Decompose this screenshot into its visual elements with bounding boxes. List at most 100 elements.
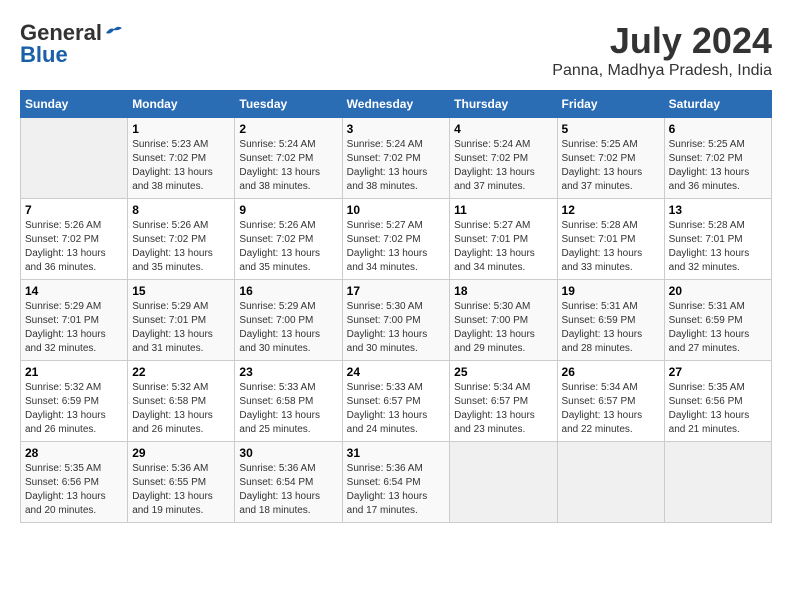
daylight-text: Daylight: 13 hours and 33 minutes. [562,248,643,273]
day-number: 12 [562,203,660,217]
day-number: 27 [669,365,767,379]
calendar-subtitle: Panna, Madhya Pradesh, India [552,62,772,80]
calendar-cell: 15Sunrise: 5:29 AMSunset: 7:01 PMDayligh… [128,280,235,361]
sunrise-text: Sunrise: 5:34 AM [454,382,530,393]
daylight-text: Daylight: 13 hours and 31 minutes. [132,329,213,354]
calendar-cell: 17 Sunrise: 5:30 AM Sunset: 7:00 PM Dayligh… [342,280,450,361]
daylight-text: Daylight: 13 hours and 38 minutes. [239,167,320,192]
day-number: 11 [454,203,552,217]
calendar-cell: 30Sunrise: 5:36 AMSunset: 6:54 PMDayligh… [235,442,342,523]
day-info: Sunrise: 5:26 AMSunset: 7:02 PMDaylight:… [25,219,123,275]
sunset-text: Sunset: 7:02 PM [132,153,206,164]
sunrise-text: Sunrise: 5:31 AM [669,301,745,312]
daylight-text: Daylight: 13 hours and 37 minutes. [454,167,535,192]
calendar-cell: 24Sunrise: 5:33 AMSunset: 6:57 PMDayligh… [342,361,450,442]
day-info: Sunrise: 5:28 AMSunset: 7:01 PMDaylight:… [669,219,767,275]
sunrise-text: Sunrise: 5:30 AM [454,301,530,312]
logo-blue: Blue [20,42,68,68]
sunrise-text: Sunrise: 5:27 AM [454,220,530,231]
sunset-text: Sunset: 7:00 PM [347,315,421,326]
calendar-week-row: 7Sunrise: 5:26 AMSunset: 7:02 PMDaylight… [21,199,772,280]
sunset-text: Sunset: 7:02 PM [347,153,421,164]
day-info: Sunrise: 5:36 AMSunset: 6:55 PMDaylight:… [132,462,230,518]
daylight-text: Daylight: 13 hours and 26 minutes. [132,410,213,435]
day-number: 7 [25,203,123,217]
sunset-text: Sunset: 6:59 PM [562,315,636,326]
sunset-text: Sunset: 6:57 PM [347,396,421,407]
calendar-week-row: 1Sunrise: 5:23 AMSunset: 7:02 PMDaylight… [21,118,772,199]
daylight-text: Daylight: 13 hours and 37 minutes. [562,167,643,192]
calendar-title: July 2024 [552,20,772,62]
calendar-cell: 10Sunrise: 5:27 AMSunset: 7:02 PMDayligh… [342,199,450,280]
sunset-text: Sunset: 7:01 PM [562,234,636,245]
day-number: 2 [239,122,337,136]
daylight-text: Daylight: 13 hours and 18 minutes. [239,491,320,516]
logo-bird-icon [104,25,124,41]
day-info: Sunrise: 5:29 AMSunset: 7:00 PMDaylight:… [239,300,337,356]
sunrise-text: Sunrise: 5:24 AM [239,139,315,150]
daylight-text: Daylight: 13 hours and 32 minutes. [25,329,106,354]
daylight-text: Daylight: 13 hours and 35 minutes. [132,248,213,273]
calendar-week-row: 21Sunrise: 5:32 AMSunset: 6:59 PMDayligh… [21,361,772,442]
calendar-cell [450,442,557,523]
sunrise-text: Sunrise: 5:30 AM [347,301,423,312]
day-info: Sunrise: 5:24 AMSunset: 7:02 PMDaylight:… [239,138,337,194]
day-number: 16 [239,284,337,298]
day-header-monday: Monday [128,91,235,118]
sunrise-text: Sunrise: 5:26 AM [25,220,101,231]
calendar-cell: 1Sunrise: 5:23 AMSunset: 7:02 PMDaylight… [128,118,235,199]
sunrise-text: Sunrise: 5:34 AM [562,382,638,393]
daylight-text: Daylight: 13 hours and 30 minutes. [347,329,428,354]
sunrise-text: Sunrise: 5:31 AM [562,301,638,312]
sunrise-text: Sunrise: 5:27 AM [347,220,423,231]
daylight-text: Daylight: 13 hours and 17 minutes. [347,491,428,516]
calendar-cell: 2 Sunrise: 5:24 AMSunset: 7:02 PMDaylight… [235,118,342,199]
sunset-text: Sunset: 6:58 PM [239,396,313,407]
calendar-cell: 20 Sunrise: 5:31 AMSunset: 6:59 PMDayligh… [664,280,771,361]
day-info: Sunrise: 5:33 AMSunset: 6:57 PMDaylight:… [347,381,446,437]
title-block: July 2024 Panna, Madhya Pradesh, India [552,20,772,80]
sunrise-text: Sunrise: 5:33 AM [239,382,315,393]
day-header-friday: Friday [557,91,664,118]
sunset-text: Sunset: 7:01 PM [132,315,206,326]
sunset-text: Sunset: 7:02 PM [132,234,206,245]
calendar-table: SundayMondayTuesdayWednesdayThursdayFrid… [20,90,772,523]
day-info: Sunrise: 5:27 AMSunset: 7:02 PMDaylight:… [347,219,446,275]
sunrise-text: Sunrise: 5:24 AM [347,139,423,150]
sunset-text: Sunset: 7:02 PM [347,234,421,245]
day-info: Sunrise: 5:30 AMSunset: 7:00 PMDaylight:… [454,300,552,356]
day-number: 20 [669,284,767,298]
sunset-text: Sunset: 7:01 PM [669,234,743,245]
day-info: Sunrise: 5:36 AMSunset: 6:54 PMDaylight:… [347,462,446,518]
calendar-cell: 18Sunrise: 5:30 AMSunset: 7:00 PMDayligh… [450,280,557,361]
calendar-cell: 11Sunrise: 5:27 AMSunset: 7:01 PMDayligh… [450,199,557,280]
day-number: 14 [25,284,123,298]
day-number: 1 [132,122,230,136]
day-info: Sunrise: 5:26 AMSunset: 7:02 PMDaylight:… [239,219,337,275]
calendar-week-row: 14Sunrise: 5:29 AMSunset: 7:01 PMDayligh… [21,280,772,361]
sunrise-text: Sunrise: 5:36 AM [347,463,423,474]
day-info: Sunrise: 5:29 AMSunset: 7:01 PMDaylight:… [25,300,123,356]
day-number: 4 [454,122,552,136]
sunrise-text: Sunrise: 5:36 AM [239,463,315,474]
sunrise-text: Sunrise: 5:28 AM [562,220,638,231]
day-header-saturday: Saturday [664,91,771,118]
calendar-cell: 19Sunrise: 5:31 AMSunset: 6:59 PMDayligh… [557,280,664,361]
sunrise-text: Sunrise: 5:26 AM [132,220,208,231]
sunset-text: Sunset: 7:02 PM [239,234,313,245]
day-number: 25 [454,365,552,379]
daylight-text: Daylight: 13 hours and 35 minutes. [239,248,320,273]
day-number: 17 [347,284,446,298]
day-info: Sunrise: 5:24 AMSunset: 7:02 PMDaylight:… [347,138,446,194]
sunrise-text: Sunrise: 5:29 AM [132,301,208,312]
calendar-cell: 25Sunrise: 5:34 AMSunset: 6:57 PMDayligh… [450,361,557,442]
calendar-cell: 14 Sunrise: 5:29 AMSunset: 7:01 PMDayligh… [21,280,128,361]
calendar-cell [664,442,771,523]
day-info: Sunrise: 5:31 AMSunset: 6:59 PMDaylight:… [669,300,767,356]
sunset-text: Sunset: 6:57 PM [562,396,636,407]
day-number: 29 [132,446,230,460]
day-info: Sunrise: 5:32 AMSunset: 6:59 PMDaylight:… [25,381,123,437]
day-number: 30 [239,446,337,460]
sunrise-text: Sunrise: 5:33 AM [347,382,423,393]
calendar-header-row: SundayMondayTuesdayWednesdayThursdayFrid… [21,91,772,118]
